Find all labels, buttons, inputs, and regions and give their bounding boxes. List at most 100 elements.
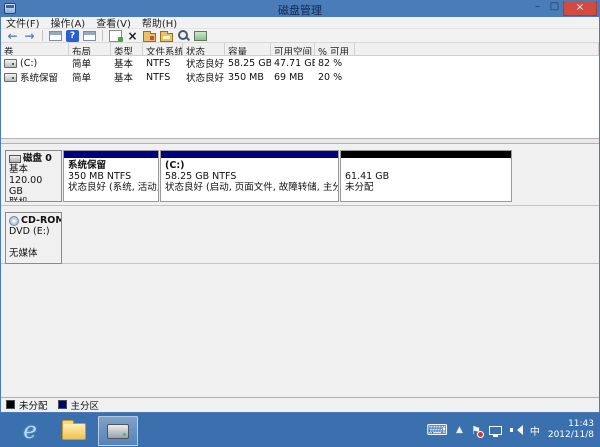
table-row[interactable]: 系统保留 简单 基本 NTFS 状态良好 (... 350 MB 69 MB 2… bbox=[1, 70, 599, 84]
column-header-capacity[interactable]: 容量 bbox=[225, 43, 271, 55]
taskbar-internet-explorer-button[interactable]: e bbox=[10, 416, 50, 446]
toolbar-separator bbox=[102, 30, 103, 41]
volume-capacity: 350 MB bbox=[225, 72, 271, 83]
clock-time: 11:43 bbox=[548, 419, 594, 430]
volume-freespace: 47.71 GB bbox=[271, 58, 315, 69]
disk-row: 磁盘 0 基本 120.00 GB 联机 系统保留 350 MB NTFS 状态… bbox=[1, 144, 599, 206]
cdrom-status: 无媒体 bbox=[9, 248, 58, 259]
help-icon[interactable]: ? bbox=[66, 30, 79, 42]
volume-status: 状态良好 (... bbox=[183, 56, 225, 70]
file-explorer-icon bbox=[62, 423, 86, 440]
taskbar-clock[interactable]: 11:43 2012/11/8 bbox=[548, 419, 596, 441]
properties-icon[interactable] bbox=[143, 33, 156, 42]
column-header-status[interactable]: 状态 bbox=[183, 43, 225, 55]
partition-color-bar bbox=[341, 151, 511, 158]
title-bar[interactable]: 磁盘管理 – □ × bbox=[1, 1, 599, 17]
menu-bar: 文件(F) 操作(A) 查看(V) 帮助(H) bbox=[1, 17, 599, 29]
column-header-type[interactable]: 类型 bbox=[111, 43, 143, 55]
menu-help[interactable]: 帮助(H) bbox=[142, 15, 177, 30]
desktop: 磁盘管理 – □ × 文件(F) 操作(A) 查看(V) 帮助(H) ← → ?… bbox=[0, 0, 600, 447]
cdrom0-info-cell[interactable]: CD-ROM 0 DVD (E:) 无媒体 bbox=[5, 212, 62, 264]
primary-partition-swatch bbox=[58, 400, 67, 409]
touch-keyboard-icon[interactable]: ⌨ bbox=[426, 423, 448, 438]
window-title: 磁盘管理 bbox=[1, 2, 599, 18]
volume-type: 基本 bbox=[111, 70, 143, 84]
explore-icon[interactable] bbox=[160, 33, 173, 42]
tray-overflow-icon[interactable]: ▲ bbox=[456, 425, 463, 435]
volume-capacity: 58.25 GB bbox=[225, 58, 271, 69]
volume-freespace: 69 MB bbox=[271, 72, 315, 83]
refresh-icon[interactable] bbox=[109, 30, 122, 42]
volume-layout: 简单 bbox=[69, 56, 111, 70]
column-header-pctfree[interactable]: % 可用 bbox=[315, 43, 355, 55]
partition-status: 未分配 bbox=[345, 182, 507, 193]
menu-action[interactable]: 操作(A) bbox=[51, 15, 86, 30]
column-header-volume[interactable]: 卷 bbox=[1, 43, 69, 55]
legend-item-primary: 主分区 bbox=[58, 398, 100, 412]
partition-title: 系统保留 bbox=[68, 160, 154, 171]
speaker-icon[interactable] bbox=[510, 425, 522, 435]
close-button[interactable]: × bbox=[563, 1, 597, 16]
back-icon[interactable]: ← bbox=[6, 29, 19, 42]
volume-layout: 简单 bbox=[69, 70, 111, 84]
toolbar: ← → ? × bbox=[1, 29, 599, 43]
taskbar-disk-management-button[interactable] bbox=[98, 416, 138, 446]
rescan-disks-icon[interactable] bbox=[194, 31, 207, 41]
minimize-button[interactable]: – bbox=[529, 1, 546, 14]
volume-icon bbox=[4, 73, 17, 82]
partition-color-bar bbox=[64, 151, 158, 158]
column-header-freespace[interactable]: 可用空间 bbox=[271, 43, 315, 55]
partition-detail: 61.41 GB bbox=[345, 171, 507, 182]
disk-name: 磁盘 0 bbox=[23, 153, 52, 164]
partition-title bbox=[345, 160, 507, 171]
legend-label: 未分配 bbox=[19, 398, 48, 412]
partition-system-reserved[interactable]: 系统保留 350 MB NTFS 状态良好 (系统, 活动, 主分区) bbox=[63, 150, 159, 202]
cdrom-media-letter: DVD (E:) bbox=[9, 226, 58, 237]
cdrom-icon bbox=[9, 216, 19, 226]
taskbar-buttons: e bbox=[10, 413, 138, 447]
network-icon[interactable] bbox=[489, 426, 502, 435]
legend-item-unallocated: 未分配 bbox=[6, 398, 48, 412]
cdrom-name: CD-ROM 0 bbox=[21, 215, 62, 226]
volume-list-header: 卷 布局 类型 文件系统 状态 容量 可用空间 % 可用 bbox=[1, 43, 599, 56]
legend-bar: 未分配 主分区 bbox=[1, 397, 599, 411]
disk-management-icon bbox=[107, 424, 129, 439]
delete-icon[interactable]: × bbox=[126, 29, 139, 42]
taskbar: e ⌨ ▲ ⚑ 中 11:43 2012/11/8 bbox=[0, 413, 600, 447]
action-center-flag-icon[interactable]: ⚑ bbox=[471, 424, 481, 437]
partition-title: (C:) bbox=[165, 160, 334, 171]
export-list-icon[interactable] bbox=[83, 31, 96, 41]
volume-icon bbox=[4, 59, 17, 68]
show-console-tree-icon[interactable] bbox=[49, 31, 62, 41]
disk-type: 基本 bbox=[9, 164, 58, 175]
ime-indicator[interactable]: 中 bbox=[530, 423, 540, 438]
disk-status: 联机 bbox=[9, 197, 58, 202]
volume-pctfree: 20 % bbox=[315, 72, 355, 83]
menu-view[interactable]: 查看(V) bbox=[96, 15, 131, 30]
disk0-info-cell[interactable]: 磁盘 0 基本 120.00 GB 联机 bbox=[5, 150, 62, 202]
system-tray: ⌨ ▲ ⚑ 中 11:43 2012/11/8 bbox=[426, 413, 596, 447]
partition-status: 状态良好 (系统, 活动, 主分区) bbox=[68, 182, 154, 193]
graphical-view: 磁盘 0 基本 120.00 GB 联机 系统保留 350 MB NTFS 状态… bbox=[1, 144, 599, 397]
search-icon[interactable] bbox=[177, 29, 190, 42]
caption-buttons: – □ × bbox=[529, 1, 597, 16]
volume-filesystem: NTFS bbox=[143, 58, 183, 69]
partition-c[interactable]: (C:) 58.25 GB NTFS 状态良好 (启动, 页面文件, 故障转储,… bbox=[160, 150, 339, 202]
column-header-filesystem[interactable]: 文件系统 bbox=[143, 43, 183, 55]
legend-label: 主分区 bbox=[71, 398, 100, 412]
unallocated-swatch bbox=[6, 400, 15, 409]
table-row[interactable]: (C:) 简单 基本 NTFS 状态良好 (... 58.25 GB 47.71… bbox=[1, 56, 599, 70]
partition-unallocated[interactable]: 61.41 GB 未分配 bbox=[340, 150, 512, 202]
partition-detail: 58.25 GB NTFS bbox=[165, 171, 334, 182]
forward-icon[interactable]: → bbox=[23, 29, 36, 42]
toolbar-separator bbox=[42, 30, 43, 41]
disk-row: CD-ROM 0 DVD (E:) 无媒体 bbox=[1, 206, 599, 264]
column-header-layout[interactable]: 布局 bbox=[69, 43, 111, 55]
internet-explorer-icon: e bbox=[23, 420, 37, 443]
taskbar-file-explorer-button[interactable] bbox=[54, 416, 94, 446]
maximize-button[interactable]: □ bbox=[546, 1, 563, 14]
volume-name: (C:) bbox=[20, 58, 37, 69]
column-header-filler bbox=[355, 43, 599, 55]
partition-color-bar bbox=[161, 151, 338, 158]
volume-type: 基本 bbox=[111, 56, 143, 70]
